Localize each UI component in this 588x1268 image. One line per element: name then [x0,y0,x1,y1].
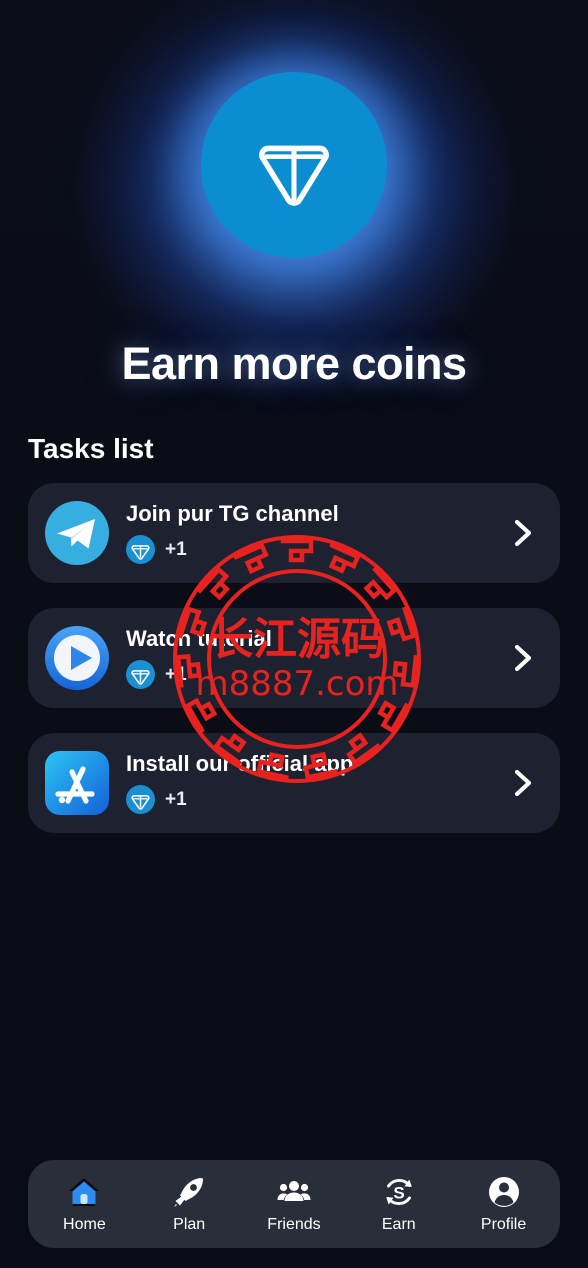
nav-item-profile[interactable]: Profile [456,1175,552,1234]
task-title: Join pur TG channel [126,500,339,526]
task-reward: +1 [126,535,508,565]
hero-section [0,0,588,401]
page-title: Earn more coins [121,338,467,389]
bottom-navigation: Home Plan Friends S Earn Profile [28,1160,560,1248]
task-reward: +1 [126,660,508,690]
nav-label: Plan [173,1215,206,1233]
nav-item-home[interactable]: Home [36,1175,132,1234]
ton-coin-icon [126,535,155,565]
task-row-join-tg-channel[interactable]: Join pur TG channel +1 [28,483,560,583]
task-reward-amount: +1 [165,663,187,685]
nav-item-friends[interactable]: Friends [246,1175,342,1234]
play-circle-icon [44,625,110,691]
task-title: Install our official app [126,750,354,776]
task-title: Watch tutorial [126,625,272,651]
ton-coin-icon [259,145,329,206]
nav-label: Profile [480,1215,527,1233]
telegram-icon [44,500,110,566]
chevron-right-icon[interactable] [508,514,538,552]
app-root: Earn more coins Tasks list Join pur TG c… [0,0,588,1268]
ton-coin-icon [126,785,155,815]
ton-coin-icon [126,660,155,690]
task-row-watch-tutorial[interactable]: Watch tutorial +1 [28,608,560,708]
person-circle-icon [487,1175,521,1209]
nav-item-earn[interactable]: S Earn [351,1175,447,1234]
ton-logo [201,72,387,258]
chevron-right-icon[interactable] [508,639,538,677]
app-store-icon [44,750,110,816]
task-reward-amount: +1 [165,788,187,810]
svg-text:S: S [393,1183,404,1202]
task-text: Watch tutorial +1 [126,625,508,690]
section-title: Tasks list [28,433,154,464]
currency-exchange-icon: S [382,1175,416,1209]
nav-label: Home [63,1215,106,1233]
people-icon [277,1175,311,1209]
task-text: Join pur TG channel +1 [126,500,508,565]
task-reward: +1 [126,785,508,815]
nav-item-plan[interactable]: Plan [141,1175,237,1234]
task-text: Install our official app +1 [126,750,508,815]
chevron-right-icon[interactable] [508,764,538,802]
tasks-list: Join pur TG channel +1 Watch tutorial +1… [28,483,560,858]
rocket-icon [172,1175,206,1209]
task-reward-amount: +1 [165,538,187,560]
home-icon [67,1175,101,1209]
task-row-install-app[interactable]: Install our official app +1 [28,733,560,833]
nav-label: Earn [381,1215,416,1233]
nav-label: Friends [267,1215,321,1233]
